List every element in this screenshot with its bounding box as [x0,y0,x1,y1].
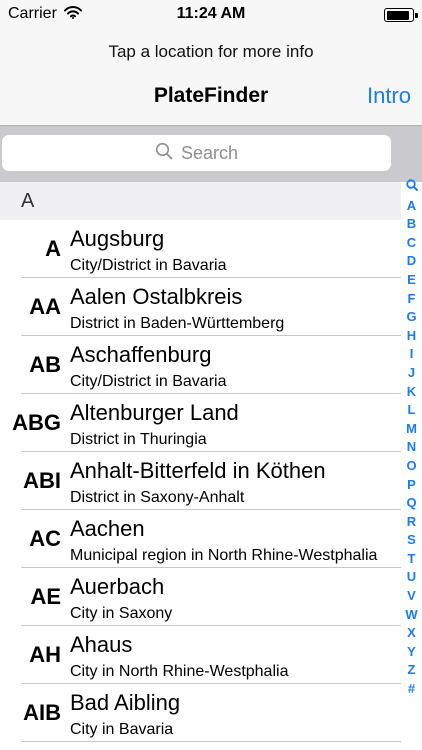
index-letter[interactable]: A [407,197,416,216]
list-item[interactable]: AE Auerbach City in Saxony [0,568,401,626]
index-letter[interactable]: L [408,401,416,420]
index-letter[interactable]: N [407,438,416,457]
list-item[interactable]: AC Aachen Municipal region in North Rhine-… [0,510,401,568]
location-description: District in Thuringia [70,431,207,448]
list-item[interactable]: AH Ahaus City in North Rhine-Westphalia [0,626,401,684]
index-letter[interactable]: S [407,531,416,550]
plate-code: AB [29,352,61,377]
plate-code: AH [29,642,61,667]
location-description: City in Saxony [70,605,173,622]
plate-code: A [45,236,61,261]
list-item[interactable]: AB Aschaffenburg City/District in Bavaria [0,336,401,394]
search-input[interactable]: Search [2,135,391,171]
index-letter[interactable]: R [407,513,416,532]
location-description: City in Bavaria [70,721,174,738]
location-description: City in North Rhine-Westphalia [70,663,289,680]
index-letter[interactable]: G [406,308,416,327]
index-letter[interactable]: J [408,364,415,383]
search-placeholder: Search [180,142,239,163]
list-item[interactable]: A Augsburg City/District in Bavaria [0,220,401,278]
index-letter[interactable]: U [407,568,416,587]
row-separator [21,741,401,742]
index-letter[interactable]: X [407,624,416,643]
section-index[interactable]: A B C D E F G H I J K L M N O P Q R S T U V W X Y Z # [401,178,422,699]
location-name: Ahaus [70,632,133,657]
index-letter[interactable]: Q [406,494,416,513]
battery-level [386,10,409,20]
plate-code: ABG [12,410,61,435]
nav-prompt: Tap a location for more info [108,42,314,61]
index-letter[interactable]: Y [407,643,416,662]
location-name: Anhalt-Bitterfeld in Köthen [70,458,326,483]
index-letter[interactable]: B [407,215,416,234]
location-name: Bad Aibling [70,690,181,715]
section-header: A [0,182,401,220]
index-letter[interactable]: I [410,345,414,364]
navigation-bar: Tap a location for more info PlateFinder… [0,30,422,126]
battery-icon [384,8,418,22]
list-item[interactable]: AA Aalen Ostalbkreis District in Baden-Wür… [0,278,401,336]
index-letter[interactable]: W [405,606,417,625]
plate-code: AE [30,584,61,609]
location-description: District in Saxony-Anhalt [70,489,245,506]
plate-code: AIB [23,700,61,725]
index-letter[interactable]: F [408,290,416,309]
list-item[interactable]: ABG Altenburger Land District in Thuringia [0,394,401,452]
intro-button[interactable]: Intro [367,83,411,109]
index-letter[interactable]: V [407,587,416,606]
search-icon [155,142,173,165]
location-description: Municipal region in North Rhine-Westphal… [70,547,378,564]
battery-nub [415,12,418,18]
location-name: Aschaffenburg [70,342,212,367]
page-title: PlateFinder [153,84,269,107]
index-letter[interactable]: M [406,420,417,439]
plate-code: ABI [23,468,61,493]
section-header-label: A [21,190,35,212]
index-letter[interactable]: K [407,383,416,402]
location-name: Augsburg [70,226,165,251]
index-search-icon[interactable] [405,178,418,197]
plate-code: AA [29,294,61,319]
index-letter[interactable]: C [407,234,416,253]
index-letter[interactable]: P [407,476,416,495]
index-letter[interactable]: O [406,457,416,476]
index-letter[interactable]: E [407,271,416,290]
location-description: City/District in Bavaria [70,373,227,390]
index-letter[interactable]: T [408,550,416,569]
index-letter[interactable]: D [407,252,416,271]
location-description: District in Baden-Württemberg [70,315,285,332]
search-bar: Search [0,126,422,182]
location-name: Altenburger Land [70,400,239,425]
plate-list: A Augsburg City/District in Bavaria AA Aalen… [0,220,401,742]
plate-code: AC [29,526,61,551]
clock: 11:24 AM [176,5,246,22]
index-letter[interactable]: H [407,327,416,346]
index-letter[interactable]: # [408,680,415,699]
location-name: Auerbach [70,574,165,599]
location-name: Aalen Ostalbkreis [70,284,243,309]
list-item[interactable]: AIB Bad Aibling City in Bavaria [0,684,401,742]
status-bar: Carrier 11:24 AM [0,0,422,30]
location-description: City/District in Bavaria [70,257,227,274]
index-letter[interactable]: Z [408,661,416,680]
list-item[interactable]: ABI Anhalt-Bitterfeld in Köthen District i… [0,452,401,510]
location-name: Aachen [70,516,145,541]
